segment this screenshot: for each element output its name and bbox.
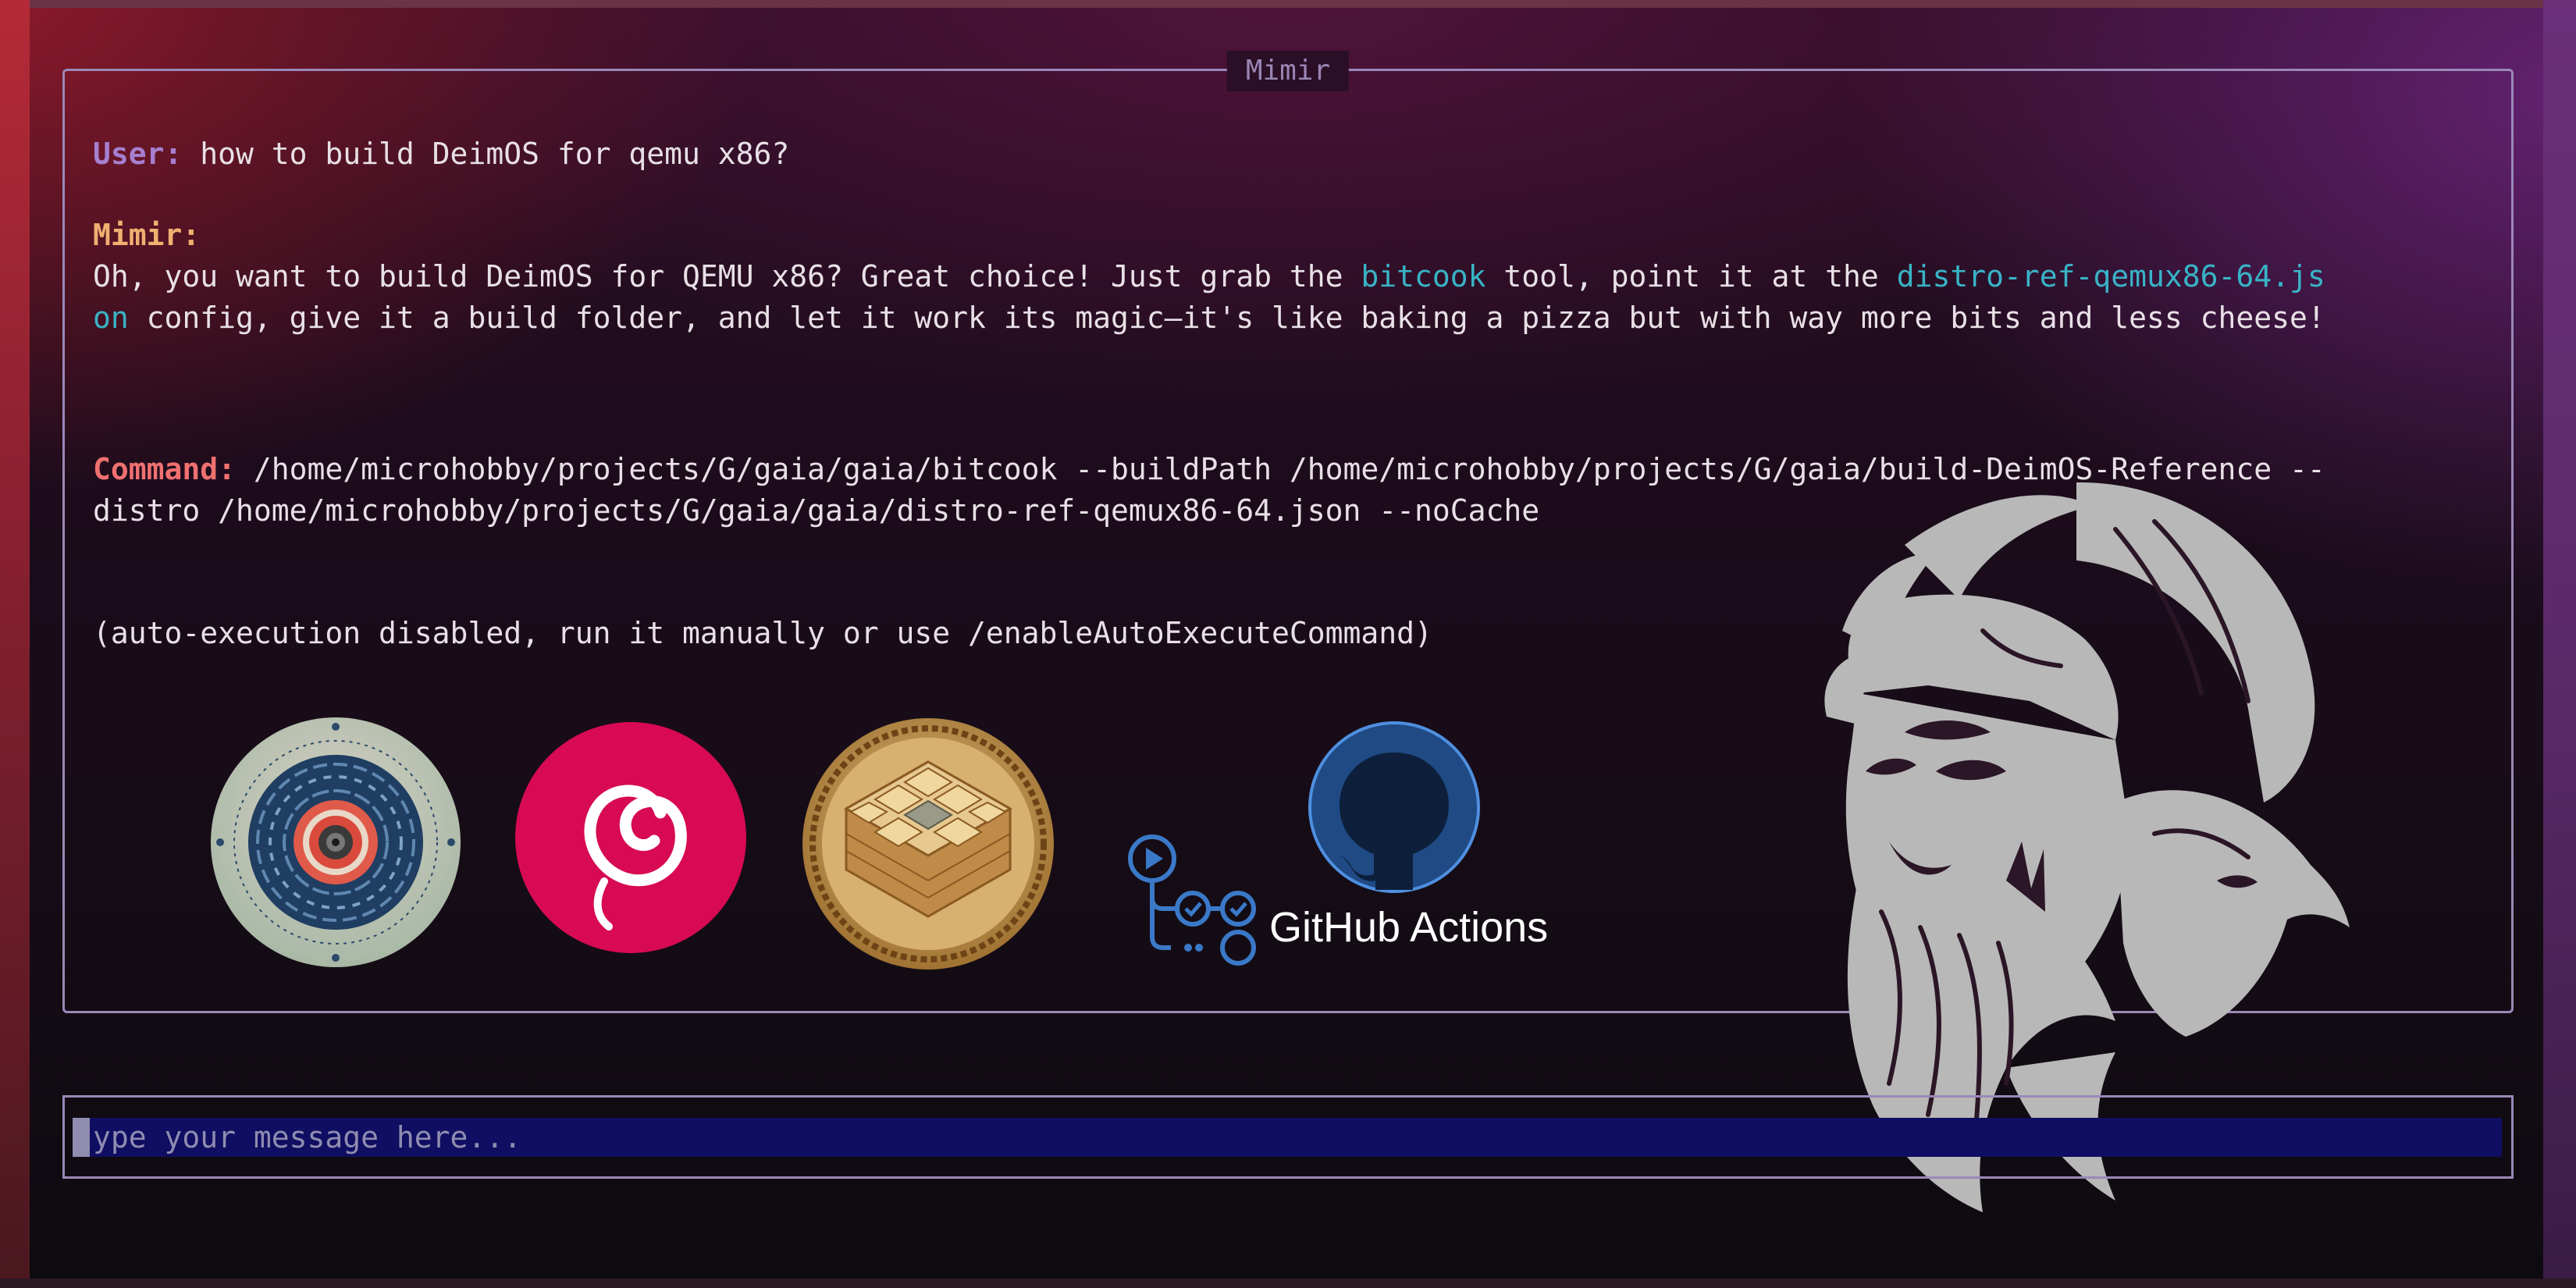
command-label: Command: [93, 452, 237, 486]
config-name-highlight-1: distro-ref-qemux86-64.js [1896, 259, 2325, 294]
panel-title: Mimir [1226, 51, 1350, 91]
bitcook-grid-logo [802, 718, 1054, 970]
github-actions-label: GitHub Actions [1269, 904, 1548, 951]
text-cursor [73, 1118, 90, 1157]
actions-workflow-icon [1128, 834, 1256, 966]
bezel-right [2543, 0, 2576, 1288]
concentric-disc-logo [211, 717, 461, 967]
command-line-2: distro /home/microhobby/projects/G/gaia/… [93, 493, 1540, 528]
user-message: User: how to build DeimOS for qemu x86? [93, 133, 2489, 175]
assistant-message: Mimir: Oh, you want to build DeimOS for … [93, 215, 2489, 339]
debian-swirl-logo [515, 722, 746, 953]
bezel-left [0, 0, 30, 1288]
github-octocat-icon [1308, 721, 1480, 893]
assistant-text-end: config, give it a build folder, and let … [128, 301, 2325, 335]
assistant-text-start: Oh, you want to build DeimOS for QEMU x8… [93, 259, 1361, 294]
message-input-box[interactable] [62, 1095, 2514, 1179]
bezel-bottom [0, 1279, 2576, 1288]
message-input[interactable] [73, 1118, 2502, 1157]
user-label: User: [93, 137, 183, 171]
assistant-text-mid: tool, point it at the [1485, 259, 1897, 294]
bezel-top [0, 0, 2576, 8]
github-actions-logo: GitHub Actions [1128, 721, 1548, 966]
config-name-highlight-2: on [93, 301, 129, 335]
user-text: how to build DeimOS for qemu x86? [182, 137, 790, 171]
assistant-label: Mimir: [93, 218, 201, 252]
tool-name-highlight: bitcook [1361, 259, 1486, 294]
